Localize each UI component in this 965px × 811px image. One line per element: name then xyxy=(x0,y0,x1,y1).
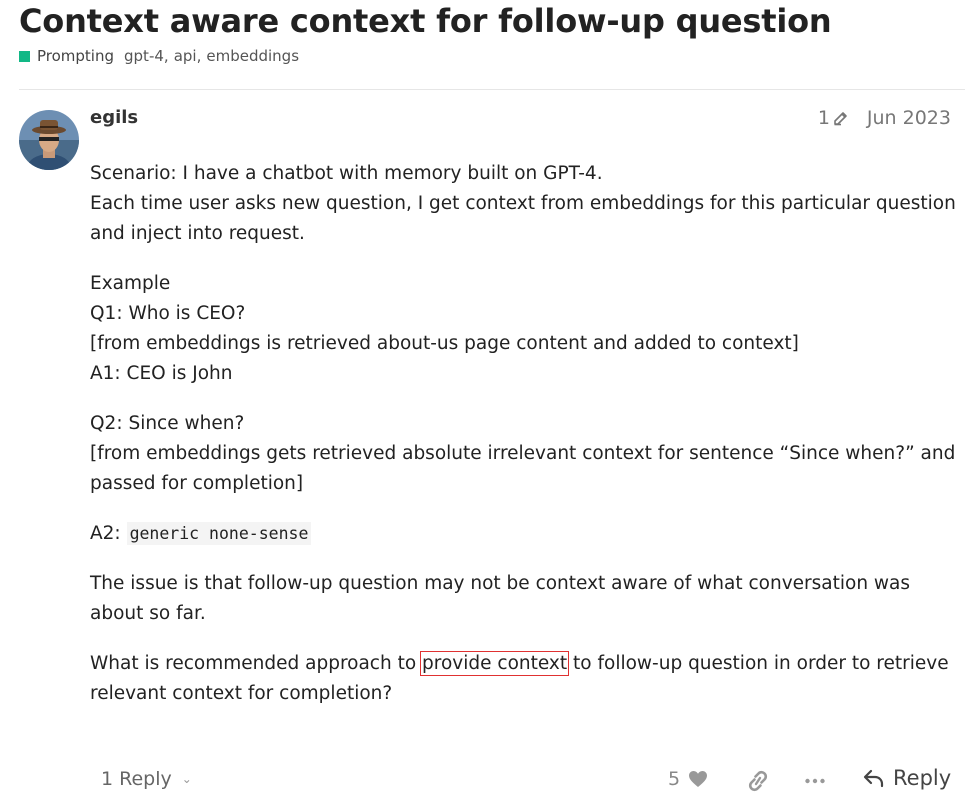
post-date[interactable]: Jun 2023 xyxy=(867,107,951,129)
edit-history-button[interactable]: 1 xyxy=(818,107,849,129)
like-button[interactable]: 5 xyxy=(668,768,708,790)
paragraph-q2: Q2: Since when? [from embeddings gets re… xyxy=(90,409,960,499)
post-username[interactable]: egils xyxy=(90,107,138,128)
text-line: What is recommended approach to provide … xyxy=(90,649,960,679)
a2-label: A2: xyxy=(90,523,121,544)
like-count: 5 xyxy=(668,768,681,790)
tag-list: gpt-4, api, embeddings xyxy=(124,47,299,65)
text-line: Each time user asks new question, I get … xyxy=(90,193,956,214)
avatar[interactable] xyxy=(19,110,79,170)
link-icon xyxy=(748,770,768,792)
tag-api[interactable]: api xyxy=(174,47,197,65)
text-line: A2: generic none-sense xyxy=(90,519,960,549)
text-line: Example xyxy=(90,273,171,294)
avatar-image xyxy=(19,110,79,170)
text-line: [from embeddings gets retrieved absolute… xyxy=(90,443,956,464)
text-line: relevant context for completion? xyxy=(90,683,393,704)
paragraph-question: What is recommended approach to provide … xyxy=(90,649,960,709)
pencil-edit-icon xyxy=(834,112,847,126)
text-line: passed for completion] xyxy=(90,473,304,494)
post-body: Scenario: I have a chatbot with memory b… xyxy=(90,159,960,729)
tag-separator: , xyxy=(196,47,202,65)
text-line: Scenario: I have a chatbot with memory b… xyxy=(90,163,603,184)
text-line: about so far. xyxy=(90,603,206,624)
header-divider xyxy=(19,89,965,90)
text-line: Q1: Who is CEO? xyxy=(90,303,246,324)
tag-separator: , xyxy=(163,47,169,65)
edit-count: 1 xyxy=(817,107,830,129)
post-meta: 1 Jun 2023 xyxy=(818,107,951,129)
reply-arrow-icon xyxy=(863,769,884,788)
paragraph-example: Example Q1: Who is CEO? [from embeddings… xyxy=(90,269,960,389)
replies-label: 1 Reply xyxy=(101,768,172,790)
category-color-swatch xyxy=(19,50,30,62)
show-replies-button[interactable]: 1 Reply ⌄ xyxy=(101,768,192,790)
question-text-before: What is recommended approach to xyxy=(90,653,417,674)
category-badge[interactable]: Prompting xyxy=(19,47,114,65)
paragraph-a2: A2: generic none-sense xyxy=(90,519,960,549)
category-label: Prompting xyxy=(37,47,115,65)
paragraph-scenario: Scenario: I have a chatbot with memory b… xyxy=(90,159,960,249)
topic-title[interactable]: Context aware context for follow-up ques… xyxy=(19,2,832,40)
question-text-after: to follow-up question in order to retrie… xyxy=(573,653,949,674)
text-line: A1: CEO is John xyxy=(90,363,233,384)
reply-button[interactable]: Reply xyxy=(863,766,951,790)
text-line: The issue is that follow-up question may… xyxy=(90,573,911,594)
heart-icon xyxy=(689,771,708,787)
topic-meta: Prompting gpt-4, api, embeddings xyxy=(19,47,299,65)
more-actions-button[interactable] xyxy=(804,771,826,795)
highlighted-phrase: provide context xyxy=(420,651,570,676)
text-line: and inject into request. xyxy=(90,223,305,244)
text-line: [from embeddings is retrieved about-us p… xyxy=(90,333,799,354)
inline-code: generic none-sense xyxy=(126,522,312,545)
post-actions: 1 Reply ⌄ 5 Reply xyxy=(0,762,965,802)
tag-gpt-4[interactable]: gpt-4 xyxy=(124,47,164,65)
text-line: Q2: Since when? xyxy=(90,413,245,434)
ellipsis-icon xyxy=(805,778,825,784)
reply-label: Reply xyxy=(893,766,952,790)
copy-link-button[interactable] xyxy=(746,770,770,796)
chevron-down-icon: ⌄ xyxy=(181,772,192,786)
tag-embeddings[interactable]: embeddings xyxy=(206,47,299,65)
paragraph-issue: The issue is that follow-up question may… xyxy=(90,569,960,629)
